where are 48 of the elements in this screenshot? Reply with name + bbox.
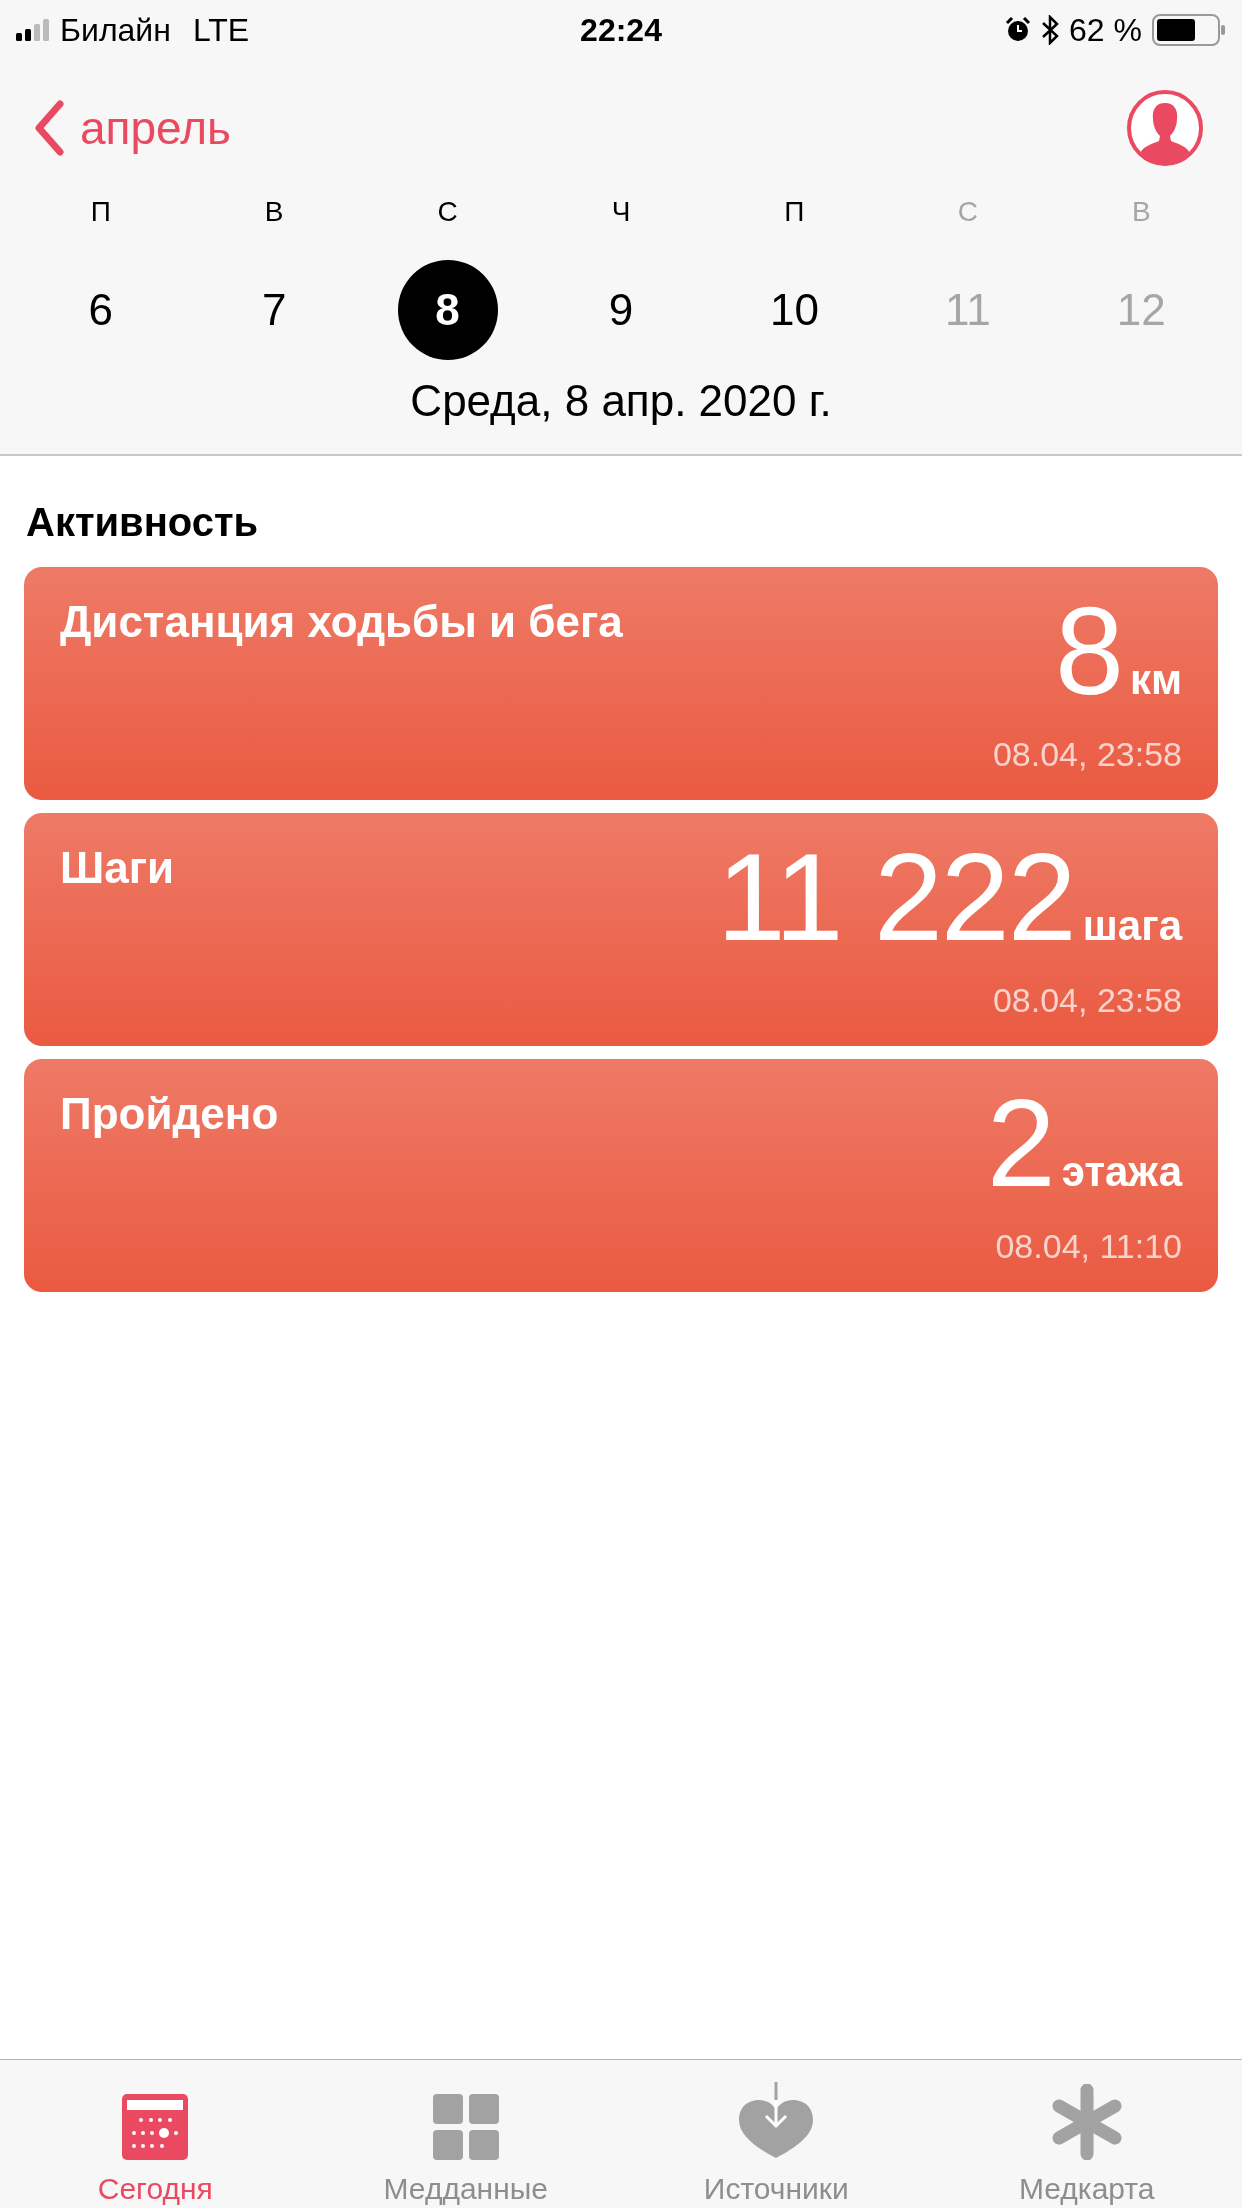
battery-percent: 62 % [1069,11,1142,49]
card-value: 11 222 [716,835,1075,959]
activity-card[interactable]: Пройдено 2 этажа 08.04, 11:10 [24,1059,1218,1292]
calendar-icon [122,2094,189,2160]
clock: 22:24 [580,11,662,49]
carrier-name: Билайн [60,11,171,49]
asterisk-icon [1050,2084,1123,2160]
card-unit: этажа [1061,1148,1182,1196]
heart-download-icon [737,2082,816,2160]
day-button[interactable]: 7 [224,260,325,360]
card-value: 2 [986,1081,1054,1205]
back-button[interactable]: апрель [34,100,231,156]
tab[interactable]: Источники [621,2060,932,2208]
grid-icon [432,2094,499,2160]
card-title: Пройдено [60,1089,279,1139]
card-timestamp: 08.04, 23:58 [992,735,1182,774]
card-title: Дистанция ходьбы и бега [60,597,623,647]
card-unit: км [1129,656,1182,704]
weekday-label: П [90,196,111,229]
card-title: Шаги [60,843,175,893]
tab[interactable]: Медданные [310,2060,621,2208]
day-button[interactable]: 9 [571,260,671,360]
profile-icon[interactable] [1126,89,1204,167]
weekday-label: В [264,196,284,229]
card-value: 8 [1054,589,1122,713]
weekday-label: Ч [611,196,631,229]
section-title: Активность [26,500,260,545]
alarm-icon [1005,17,1032,43]
activity-card[interactable]: Дистанция ходьбы и бега 8 км 08.04, 23:58 [24,567,1218,800]
day-button[interactable]: 10 [744,260,845,360]
tab[interactable]: Медкарта [931,2060,1242,2208]
card-timestamp: 08.04, 23:58 [992,981,1182,1020]
tab[interactable]: Сегодня [0,2060,311,2208]
signal-icon [16,19,50,41]
battery-icon [1152,14,1226,46]
weekday-label: В [1131,196,1151,229]
activity-card[interactable]: Шаги 11 222 шага 08.04, 23:58 [24,813,1218,1046]
network-type: LTE [192,11,250,49]
selected-date: Среда, 8 апр. 2020 г. [409,376,833,426]
card-timestamp: 08.04, 11:10 [995,1227,1182,1266]
weekday-label: П [784,196,805,229]
chevron-left-icon [34,100,64,156]
weekday-label: С [437,196,458,229]
weekday-label: С [957,196,978,229]
card-unit: шага [1082,902,1182,950]
bluetooth-icon [1041,15,1060,45]
day-button[interactable]: 6 [50,260,151,360]
day-button[interactable]: 8 [397,260,498,360]
